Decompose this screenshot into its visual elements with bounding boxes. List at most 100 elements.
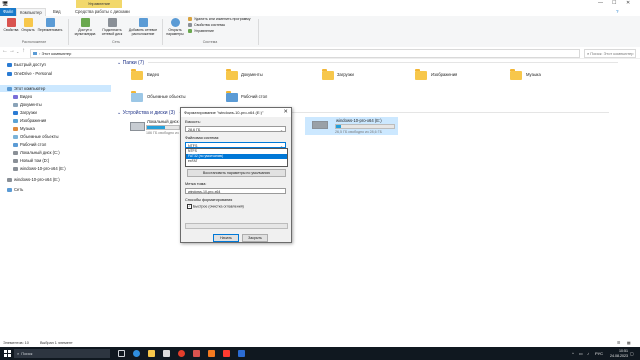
details-view-icon[interactable]: ☰: [617, 340, 620, 347]
collapse-chevron-icon[interactable]: ⌄: [117, 110, 121, 116]
system-properties-link[interactable]: Свойства системы: [188, 23, 225, 28]
edge-browser-icon[interactable]: [133, 350, 140, 357]
network-icon[interactable]: ▭: [579, 351, 583, 356]
capacity-select[interactable]: 28,6 ГБ ⌄: [185, 126, 286, 132]
volume-label-input[interactable]: windows-10-pro-x64: [185, 188, 286, 194]
recent-chevron-icon[interactable]: ⌄: [16, 49, 19, 54]
sidebar-item[interactable]: Этот компьютер: [0, 85, 111, 92]
drive-icon[interactable]: [130, 122, 145, 131]
search-input[interactable]: ⌕Поиск: Этот компьютер: [584, 49, 636, 58]
close-icon[interactable]: ✕: [626, 0, 630, 6]
language-indicator[interactable]: РУС: [595, 351, 603, 356]
3d-objects-icon[interactable]: [131, 91, 143, 102]
pictures-folder-icon: [13, 118, 18, 123]
video-folder-icon[interactable]: [131, 69, 143, 80]
app-icon[interactable]: [238, 350, 245, 357]
map-network-drive-button[interactable]: Подключить сетевой диск: [99, 18, 125, 36]
taskbar-search-input[interactable]: ⌕ Поиск: [14, 349, 110, 358]
music-folder-icon[interactable]: [510, 69, 522, 80]
sidebar-item[interactable]: Сеть: [7, 186, 23, 193]
rename-button[interactable]: Переименовать: [37, 18, 63, 32]
manage-link[interactable]: Управление: [188, 29, 214, 34]
folder-label-video[interactable]: Видео: [147, 72, 159, 77]
sidebar-item[interactable]: Объемные объекты: [13, 133, 59, 140]
fs-option-exfat[interactable]: exFAT: [186, 159, 287, 164]
sidebar-item[interactable]: Новый том (D:): [13, 157, 49, 164]
sidebar-item[interactable]: windows-10-pro-x64 (E:): [7, 176, 60, 183]
quick-format-checkbox[interactable]: ✓ Быстрое (очистка оглавления): [187, 204, 244, 209]
search-icon: ⌕: [17, 351, 20, 356]
gear-icon: [170, 18, 180, 27]
folder-label-3d-objects[interactable]: Объемные объекты: [147, 94, 186, 99]
app-icon[interactable]: [223, 350, 230, 357]
open-button[interactable]: Открыть: [20, 18, 36, 32]
help-icon[interactable]: ?: [616, 9, 619, 14]
usb-drive-icon: [7, 177, 12, 182]
file-explorer-icon[interactable]: [148, 350, 155, 357]
app-icon[interactable]: [193, 350, 200, 357]
programs-icon: [188, 17, 192, 22]
forward-arrow-icon[interactable]: →: [9, 48, 15, 54]
up-arrow-icon[interactable]: ↑: [22, 48, 25, 54]
minimize-icon[interactable]: —: [598, 0, 603, 6]
sidebar-item[interactable]: Документы: [13, 101, 42, 108]
sidebar-item[interactable]: windows-10-pro-x64 (E:): [13, 165, 66, 172]
restore-defaults-button[interactable]: Восстановить параметры по умолчанию: [187, 169, 286, 177]
usb-drive-icon[interactable]: [312, 121, 328, 129]
sidebar-item[interactable]: Загрузки: [13, 109, 37, 116]
start-windows-icon[interactable]: [4, 350, 11, 357]
pictures-folder-icon[interactable]: [415, 69, 427, 80]
drive-c-usage-bar: [146, 125, 180, 130]
dialog-close-icon[interactable]: ✕: [283, 108, 288, 117]
app-icon[interactable]: [208, 350, 215, 357]
3d-objects-icon: [13, 134, 18, 139]
tray-chevron-icon[interactable]: ^: [572, 351, 574, 356]
address-bar[interactable]: › Этот компьютер: [30, 49, 580, 58]
folder-label-music[interactable]: Музыка: [526, 72, 541, 77]
task-view-icon[interactable]: [118, 350, 125, 357]
sidebar-item-label: Объемные объекты: [20, 134, 59, 139]
sidebar-item[interactable]: OneDrive - Personal: [7, 70, 52, 77]
folder-label-desktop[interactable]: Рабочий стол: [241, 94, 267, 99]
sidebar-item-label: Документы: [20, 102, 42, 107]
volume-icon[interactable]: ♪: [587, 351, 589, 356]
maximize-icon[interactable]: ☐: [612, 0, 616, 6]
notifications-icon[interactable]: ▢: [630, 351, 634, 356]
tab-drive-tools[interactable]: Средства работы с дисками: [72, 8, 133, 16]
sidebar-item-label: Локальный диск (C:): [20, 150, 60, 155]
media-access-button[interactable]: Доступ к мультимедиа: [72, 18, 98, 36]
cloud-icon: [7, 71, 12, 76]
tab-manage[interactable]: Управление: [76, 0, 122, 8]
add-network-location-button[interactable]: Добавить сетевое расположение: [127, 18, 159, 36]
sidebar-item[interactable]: Музыка: [13, 125, 35, 132]
uninstall-program-link[interactable]: Удалить или изменить программу: [188, 17, 251, 22]
drive-icon: [13, 158, 18, 163]
sidebar-item[interactable]: Изображения: [13, 117, 46, 124]
tab-view[interactable]: Вид: [50, 8, 64, 16]
tiles-view-icon[interactable]: ▦: [627, 340, 631, 347]
open-settings-button[interactable]: Открыть параметры: [165, 18, 185, 36]
downloads-folder-icon[interactable]: [322, 69, 334, 80]
sidebar-item[interactable]: Рабочий стол: [13, 141, 46, 148]
folders-section-header[interactable]: ⌄ Папки (7): [117, 60, 619, 66]
ribbon-separator: [68, 19, 69, 45]
drive-name-e[interactable]: windows-10-pro-x64 (E:): [336, 118, 382, 123]
sidebar-item[interactable]: Быстрый доступ: [7, 61, 46, 68]
clock[interactable]: 10:51 24.08.2023: [610, 349, 628, 358]
folder-label-documents[interactable]: Документы: [241, 72, 263, 77]
sidebar-item[interactable]: Видео: [13, 93, 32, 100]
store-icon[interactable]: [163, 350, 170, 357]
sidebar-item[interactable]: Локальный диск (C:): [13, 149, 60, 156]
properties-button[interactable]: Свойства: [3, 18, 19, 32]
close-button[interactable]: Закрыть: [242, 234, 268, 242]
documents-folder-icon[interactable]: [226, 69, 238, 80]
back-arrow-icon[interactable]: ←: [2, 48, 8, 54]
folder-label-downloads[interactable]: Загрузки: [337, 72, 354, 77]
folder-label-pictures[interactable]: Изображения: [431, 72, 457, 77]
chrome-browser-icon[interactable]: [178, 350, 185, 357]
desktop-folder-icon[interactable]: [226, 91, 238, 102]
collapse-chevron-icon[interactable]: ⌄: [117, 60, 121, 66]
sidebar-item-label: windows-10-pro-x64 (E:): [14, 177, 60, 182]
breadcrumb[interactable]: Этот компьютер: [41, 51, 71, 56]
start-button[interactable]: Начать: [213, 234, 239, 242]
